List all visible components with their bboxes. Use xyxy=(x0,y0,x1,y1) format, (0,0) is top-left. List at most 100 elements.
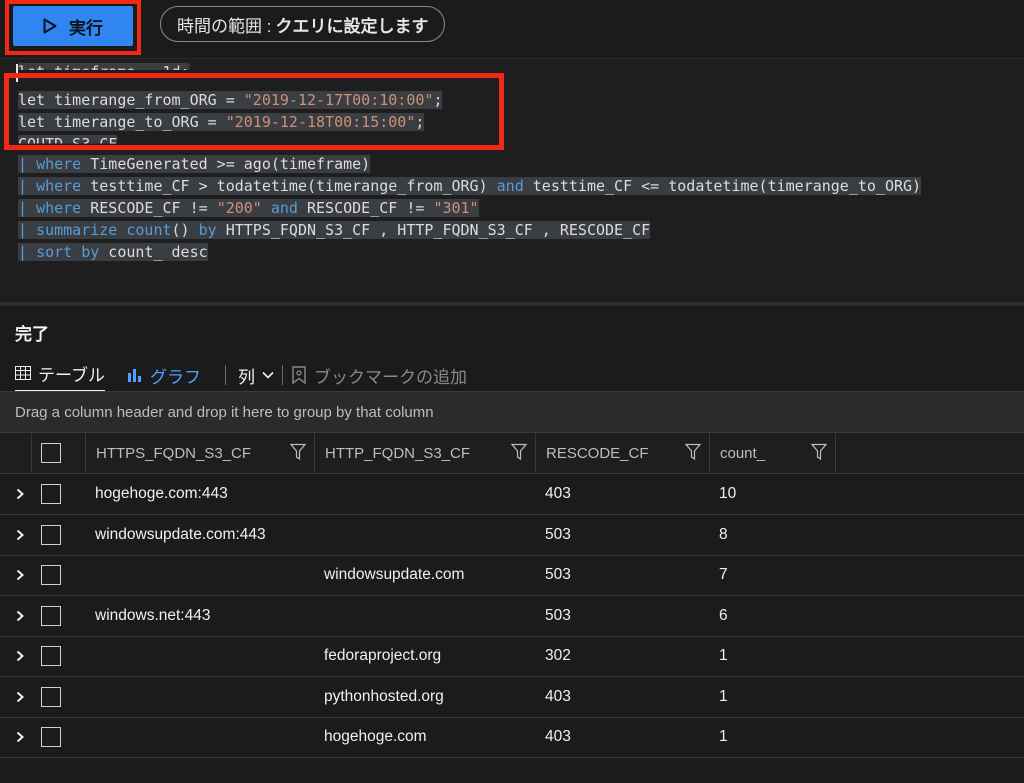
tab-graph-label: グラフ xyxy=(149,367,201,387)
expand-row-button[interactable] xyxy=(14,555,26,595)
filter-icon[interactable] xyxy=(685,443,701,461)
column-header-count[interactable]: count_ xyxy=(710,433,836,473)
bookmark-icon xyxy=(292,366,306,384)
tab-graph[interactable]: グラフ xyxy=(127,360,201,390)
cell-count: 1 xyxy=(719,647,728,664)
cell-rescode: 503 xyxy=(545,566,571,583)
row-select-cell xyxy=(41,677,61,717)
cell-rescode: 403 xyxy=(545,687,571,705)
cell-count: 6 xyxy=(719,606,728,624)
code-line-9: | sort by count_ desc xyxy=(18,243,208,261)
expand-row-button[interactable] xyxy=(14,515,26,555)
select-all-checkbox[interactable] xyxy=(41,443,61,463)
cell-count: 1 xyxy=(719,728,728,745)
code-line-4: COUTD_S3_CF xyxy=(18,135,118,153)
row-checkbox[interactable] xyxy=(41,686,61,707)
tab-divider xyxy=(224,365,226,385)
columns-label: 列 xyxy=(237,367,255,387)
add-bookmark-button[interactable]: ブックマークの追加 xyxy=(291,360,467,390)
cell-https-fqdn: hogehoge.com:443 xyxy=(95,485,228,502)
row-select-cell xyxy=(41,636,61,676)
table-row[interactable]: hogehoge.com 403 1 xyxy=(0,717,1024,758)
expand-chevron-icon xyxy=(16,488,24,500)
cell-http-fqdn: hogehoge.com xyxy=(324,728,427,745)
table-row[interactable]: windowsupdate.com:443 503 8 xyxy=(0,515,1024,556)
cell-https-fqdn: windows.net:443 xyxy=(95,606,211,624)
cell-http-fqdn: pythonhosted.org xyxy=(324,687,444,705)
table-header: HTTPS_FQDN_S3_CF HTTP_FQDN_S3_CF RESCODE… xyxy=(0,433,1024,474)
cell-rescode: 403 xyxy=(545,728,571,745)
code-line-3: let timerange_to_ORG = "2019-12-18T00:15… xyxy=(18,113,425,131)
row-checkbox[interactable] xyxy=(41,605,61,626)
run-button[interactable]: 実行 xyxy=(13,6,133,46)
cell-count: 1 xyxy=(719,687,728,705)
row-checkbox[interactable] xyxy=(41,565,61,585)
cell-http-fqdn: windowsupdate.com xyxy=(324,566,465,583)
row-select-cell xyxy=(41,515,61,555)
tab-divider-2 xyxy=(281,365,283,385)
expand-chevron-icon xyxy=(16,529,24,540)
row-select-cell xyxy=(41,474,61,514)
row-checkbox[interactable] xyxy=(41,646,61,666)
query-status: 完了 xyxy=(15,325,49,344)
cell-http-fqdn: fedoraproject.org xyxy=(324,647,442,664)
text-cursor xyxy=(16,64,18,82)
filter-icon[interactable] xyxy=(290,443,306,461)
run-button-label: 実行 xyxy=(69,18,103,38)
group-by-hint: Drag a column header and drop it here to… xyxy=(15,403,434,421)
column-header-rescode[interactable]: RESCODE_CF xyxy=(536,433,710,473)
bar-chart-icon xyxy=(127,369,141,382)
code-line-7: | where RESCODE_CF != "200" and RESCODE_… xyxy=(18,199,479,217)
expand-chevron-icon xyxy=(16,569,24,581)
code-line-2: let timerange_from_ORG = "2019-12-17T00:… xyxy=(18,91,443,109)
filter-icon[interactable] xyxy=(511,443,527,461)
column-header-http[interactable]: HTTP_FQDN_S3_CF xyxy=(315,433,536,473)
table-row[interactable]: windows.net:443 503 6 xyxy=(0,596,1024,637)
cell-count: 10 xyxy=(719,485,737,502)
expand-row-button[interactable] xyxy=(14,717,26,757)
code-line-1: let timeframe = 1d; xyxy=(18,63,190,81)
add-bookmark-label: ブックマークの追加 xyxy=(313,367,467,387)
table-row[interactable]: pythonhosted.org 403 1 xyxy=(0,677,1024,718)
row-select-cell xyxy=(41,596,61,636)
expand-row-button[interactable] xyxy=(14,636,26,676)
tab-table[interactable]: テーブル xyxy=(15,358,105,392)
row-select-cell xyxy=(41,555,61,595)
tab-table-label: テーブル xyxy=(38,365,105,385)
code-line-5: | where TimeGenerated >= ago(timeframe) xyxy=(18,155,371,173)
cell-rescode: 403 xyxy=(545,485,571,502)
table-icon xyxy=(15,366,31,380)
expand-chevron-icon xyxy=(16,691,24,702)
results-pane: 完了 テーブル グラフ 列 ブックマークの追加 Drag a column he… xyxy=(0,306,1024,783)
cell-rescode: 302 xyxy=(545,647,571,664)
row-select-cell xyxy=(41,717,61,757)
filter-icon[interactable] xyxy=(811,443,827,461)
cell-rescode: 503 xyxy=(545,525,571,543)
expand-column-header xyxy=(0,433,32,473)
table-row[interactable]: hogehoge.com:443 403 10 xyxy=(0,474,1024,515)
query-editor[interactable]: let timeframe = 1d; let timerange_from_O… xyxy=(0,59,1024,302)
table-row[interactable]: windowsupdate.com 503 7 xyxy=(0,555,1024,596)
group-by-drop-area[interactable]: Drag a column header and drop it here to… xyxy=(0,391,1024,433)
expand-row-button[interactable] xyxy=(14,596,26,636)
row-checkbox[interactable] xyxy=(41,484,61,504)
chevron-down-icon xyxy=(262,371,274,379)
expand-row-button[interactable] xyxy=(14,474,26,514)
code-line-8: | summarize count() by HTTPS_FQDN_S3_CF … xyxy=(18,221,651,239)
expand-chevron-icon xyxy=(16,731,24,743)
cell-count: 8 xyxy=(719,525,728,543)
expand-chevron-icon xyxy=(16,610,24,621)
expand-chevron-icon xyxy=(16,650,24,662)
row-checkbox[interactable] xyxy=(41,524,61,545)
code-line-6: | where testtime_CF > todatetime(timeran… xyxy=(18,177,922,195)
row-checkbox[interactable] xyxy=(41,727,61,747)
columns-dropdown[interactable]: 列 xyxy=(238,360,274,390)
cell-rescode: 503 xyxy=(545,606,571,624)
time-range-button[interactable]: 時間の範囲 : クエリに設定します xyxy=(160,6,446,42)
results-tabs: テーブル グラフ 列 ブックマークの追加 xyxy=(15,358,467,392)
expand-row-button[interactable] xyxy=(14,677,26,717)
column-header-https[interactable]: HTTPS_FQDN_S3_CF xyxy=(86,433,315,473)
time-range-value: クエリに設定します xyxy=(275,16,429,36)
cell-count: 7 xyxy=(719,566,728,583)
table-row[interactable]: fedoraproject.org 302 1 xyxy=(0,636,1024,677)
